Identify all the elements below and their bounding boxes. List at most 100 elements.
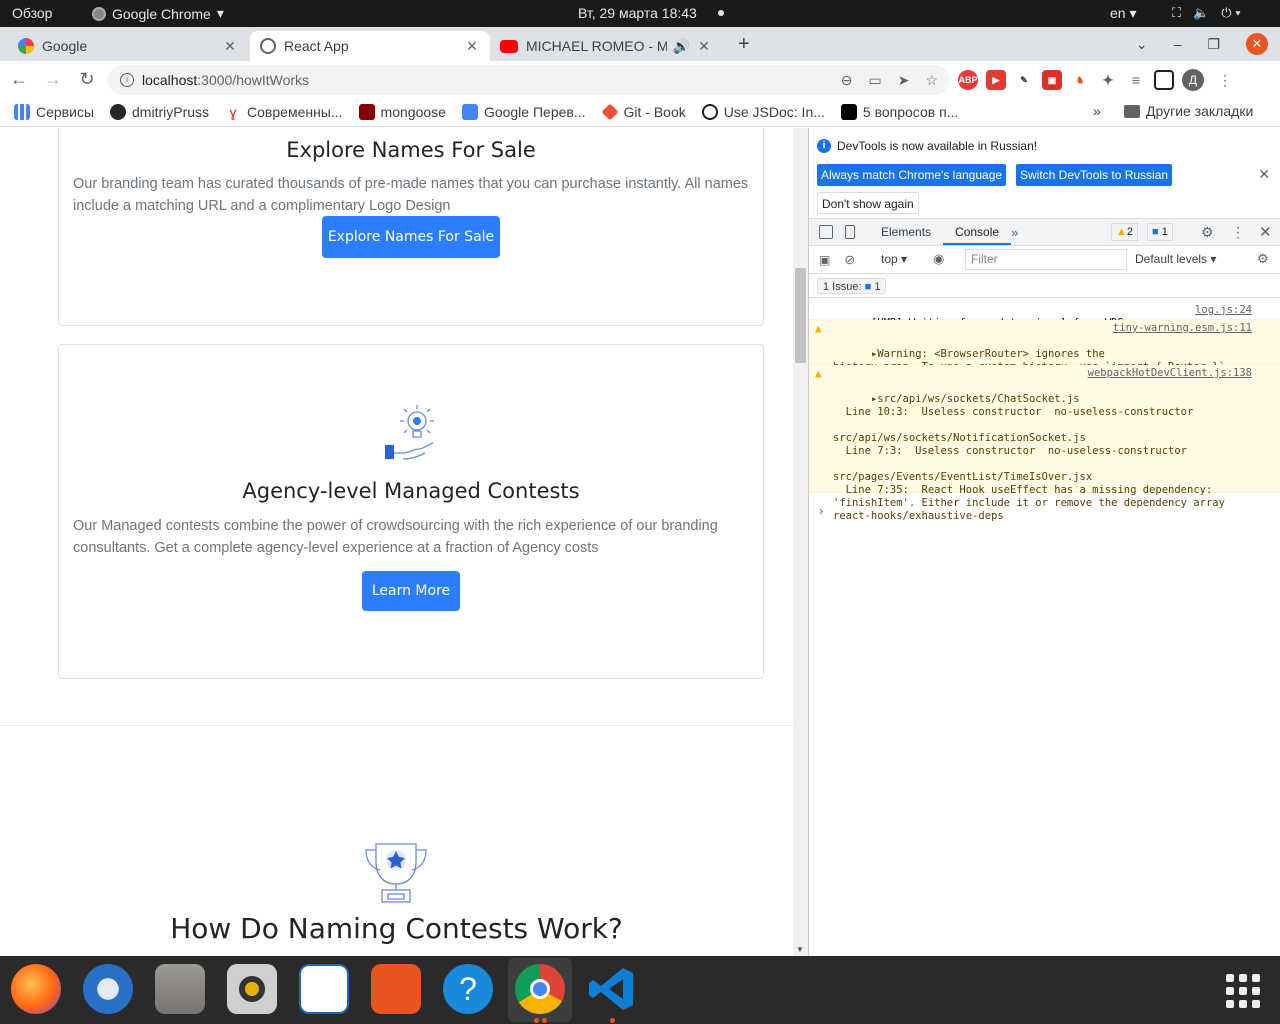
more-tabs-icon[interactable]: »: [1011, 225, 1018, 240]
match-language-button[interactable]: Always match Chrome's language: [817, 164, 1007, 186]
close-icon[interactable]: ✕: [1259, 223, 1272, 241]
managed-contests-card: Agency-level Managed Contests Our Manage…: [58, 344, 764, 679]
app-grid-icon[interactable]: [1226, 974, 1260, 1008]
rhythmbox-icon[interactable]: [227, 964, 277, 1014]
bookmark-icon: ɣ: [229, 104, 237, 120]
forward-button[interactable]: →: [38, 69, 68, 90]
bookmark-item[interactable]: 5 вопросов п...: [840, 104, 958, 120]
activities-button[interactable]: Обзор: [12, 5, 52, 21]
send-icon[interactable]: ➤: [898, 72, 910, 89]
other-bookmarks[interactable]: Другие закладки: [1124, 103, 1253, 119]
menu-kebab-icon[interactable]: ⋮: [1218, 72, 1232, 89]
issues-button[interactable]: 1 Issue: ■ 1: [817, 278, 887, 294]
device-toolbar-icon[interactable]: [845, 225, 855, 239]
side-panel-icon[interactable]: [1154, 70, 1174, 90]
writer-icon[interactable]: [299, 964, 349, 1014]
thunderbird-icon[interactable]: [83, 964, 133, 1014]
tab-react-app[interactable]: React App ✕: [250, 31, 490, 61]
audio-playing-icon[interactable]: 🔊: [673, 38, 690, 55]
bookmark-item[interactable]: Сервисы: [14, 104, 94, 120]
issues-bar: 1 Issue: ■ 1: [809, 274, 1280, 298]
menu-kebab-icon[interactable]: ⋮: [1231, 224, 1245, 241]
bookmark-star-icon[interactable]: ☆: [925, 72, 938, 89]
close-icon[interactable]: ✕: [696, 38, 712, 55]
tab-search-icon[interactable]: ⌄: [1136, 36, 1148, 53]
bookmark-item[interactable]: Google Перев...: [461, 104, 586, 120]
volume-icon: 🔈: [1193, 5, 1210, 20]
log-levels-dropdown[interactable]: Default levels ▾: [1135, 252, 1216, 266]
gear-icon[interactable]: ⚙: [1257, 251, 1269, 267]
source-link[interactable]: webpackHotDevClient.js:138: [1088, 367, 1252, 380]
power-icon: ⏻ ▾: [1221, 5, 1241, 20]
bookmark-item[interactable]: ɣ Современны...: [225, 104, 343, 120]
tab-elements[interactable]: Elements: [869, 219, 943, 245]
reload-button[interactable]: ↻: [72, 69, 102, 90]
pen-icon[interactable]: ✎: [1014, 70, 1034, 90]
app-menu[interactable]: Google Chrome ▾: [92, 5, 224, 22]
warnings-counter[interactable]: ▲2: [1111, 223, 1139, 241]
messages-counter[interactable]: ■ 1: [1147, 223, 1173, 241]
vscode-icon[interactable]: [587, 964, 637, 1014]
firefox-icon[interactable]: [11, 964, 61, 1014]
bookmark-item[interactable]: mongoose: [358, 104, 446, 120]
reading-mode-icon[interactable]: ▭: [868, 72, 881, 89]
chrome-icon: [92, 6, 106, 21]
chrome-icon[interactable]: [515, 964, 565, 1014]
bookmark-item[interactable]: Use JSDoc: In...: [701, 104, 825, 120]
scroll-down-arrow-icon[interactable]: ▼: [796, 945, 804, 954]
sidebar-toggle-icon[interactable]: ▣: [819, 253, 830, 267]
zoom-icon[interactable]: ⊖: [841, 72, 853, 89]
tab-console[interactable]: Console: [943, 219, 1012, 245]
eye-icon[interactable]: ◉: [933, 251, 944, 267]
folder-icon: [1124, 104, 1140, 118]
bookmarks-overflow-button[interactable]: »: [1093, 103, 1101, 119]
adblock-icon[interactable]: ABP: [958, 70, 978, 90]
tab-title: Google: [42, 38, 88, 54]
source-link[interactable]: tiny-warning.esm.js:11: [1113, 322, 1252, 335]
extension-icon[interactable]: ♞: [1070, 70, 1090, 90]
address-bar[interactable]: i localhost:3000/howItWorks ⊖ ▭ ➤ ☆: [108, 65, 950, 95]
close-icon[interactable]: ✕: [464, 38, 480, 55]
help-icon[interactable]: ?: [443, 964, 493, 1014]
new-tab-button[interactable]: +: [738, 33, 750, 56]
console-warning[interactable]: ▲ ▸Warning: <BrowserRouter> ignores the …: [809, 320, 1280, 386]
switch-language-button[interactable]: Switch DevTools to Russian: [1016, 164, 1173, 186]
avatar[interactable]: Д: [1182, 69, 1204, 91]
close-icon[interactable]: ✕: [222, 38, 238, 55]
console-warning[interactable]: ▲ ▸src/api/ws/sockets/ChatSocket.js Line…: [809, 365, 1280, 522]
bookmark-item[interactable]: dmitriyPruss: [110, 104, 209, 120]
back-button[interactable]: ←: [4, 69, 34, 90]
page-scrollbar[interactable]: ▼: [793, 128, 808, 956]
explore-names-button[interactable]: Explore Names For Sale: [322, 216, 500, 258]
console-prompt[interactable]: ›: [819, 503, 823, 518]
source-link[interactable]: log.js:24: [1195, 304, 1252, 317]
extension-icon[interactable]: ▶: [986, 70, 1006, 90]
inspect-element-icon[interactable]: [819, 225, 833, 239]
filter-input[interactable]: Filter: [965, 249, 1127, 270]
clear-console-icon[interactable]: ⊘: [844, 252, 855, 268]
system-menu[interactable]: ⛶ 🔈 ⏻ ▾: [1172, 5, 1241, 21]
dont-show-again-button[interactable]: Don't show again: [817, 192, 919, 214]
trophy-icon: [365, 843, 427, 903]
learn-more-button[interactable]: Learn More: [362, 571, 460, 611]
language-indicator[interactable]: en ▾: [1110, 5, 1137, 22]
gear-icon[interactable]: ⚙: [1201, 224, 1214, 241]
close-icon[interactable]: ✕: [1258, 166, 1270, 183]
extensions-puzzle-icon[interactable]: ✦: [1098, 70, 1118, 90]
context-selector[interactable]: top ▾: [881, 252, 907, 266]
app-menu-label: Google Chrome: [112, 5, 211, 22]
maximize-button[interactable]: ❐: [1207, 36, 1220, 53]
tab-youtube[interactable]: MICHAEL ROMEO - Me 🔊 ✕: [490, 31, 722, 61]
running-indicator: [610, 1018, 615, 1023]
scrollbar-thumb[interactable]: [795, 268, 806, 363]
site-info-icon[interactable]: i: [120, 73, 134, 87]
extension-icon[interactable]: ▣: [1042, 70, 1062, 90]
files-icon[interactable]: [155, 964, 205, 1014]
close-window-button[interactable]: ✕: [1246, 33, 1268, 55]
media-icon[interactable]: ≡: [1126, 70, 1146, 90]
bookmark-item[interactable]: Git - Book: [601, 103, 686, 121]
minimize-button[interactable]: –: [1174, 36, 1182, 52]
tab-google[interactable]: Google ✕: [8, 31, 248, 61]
software-icon[interactable]: [371, 964, 421, 1014]
clock[interactable]: Вт, 29 марта 18:43: [578, 5, 697, 21]
